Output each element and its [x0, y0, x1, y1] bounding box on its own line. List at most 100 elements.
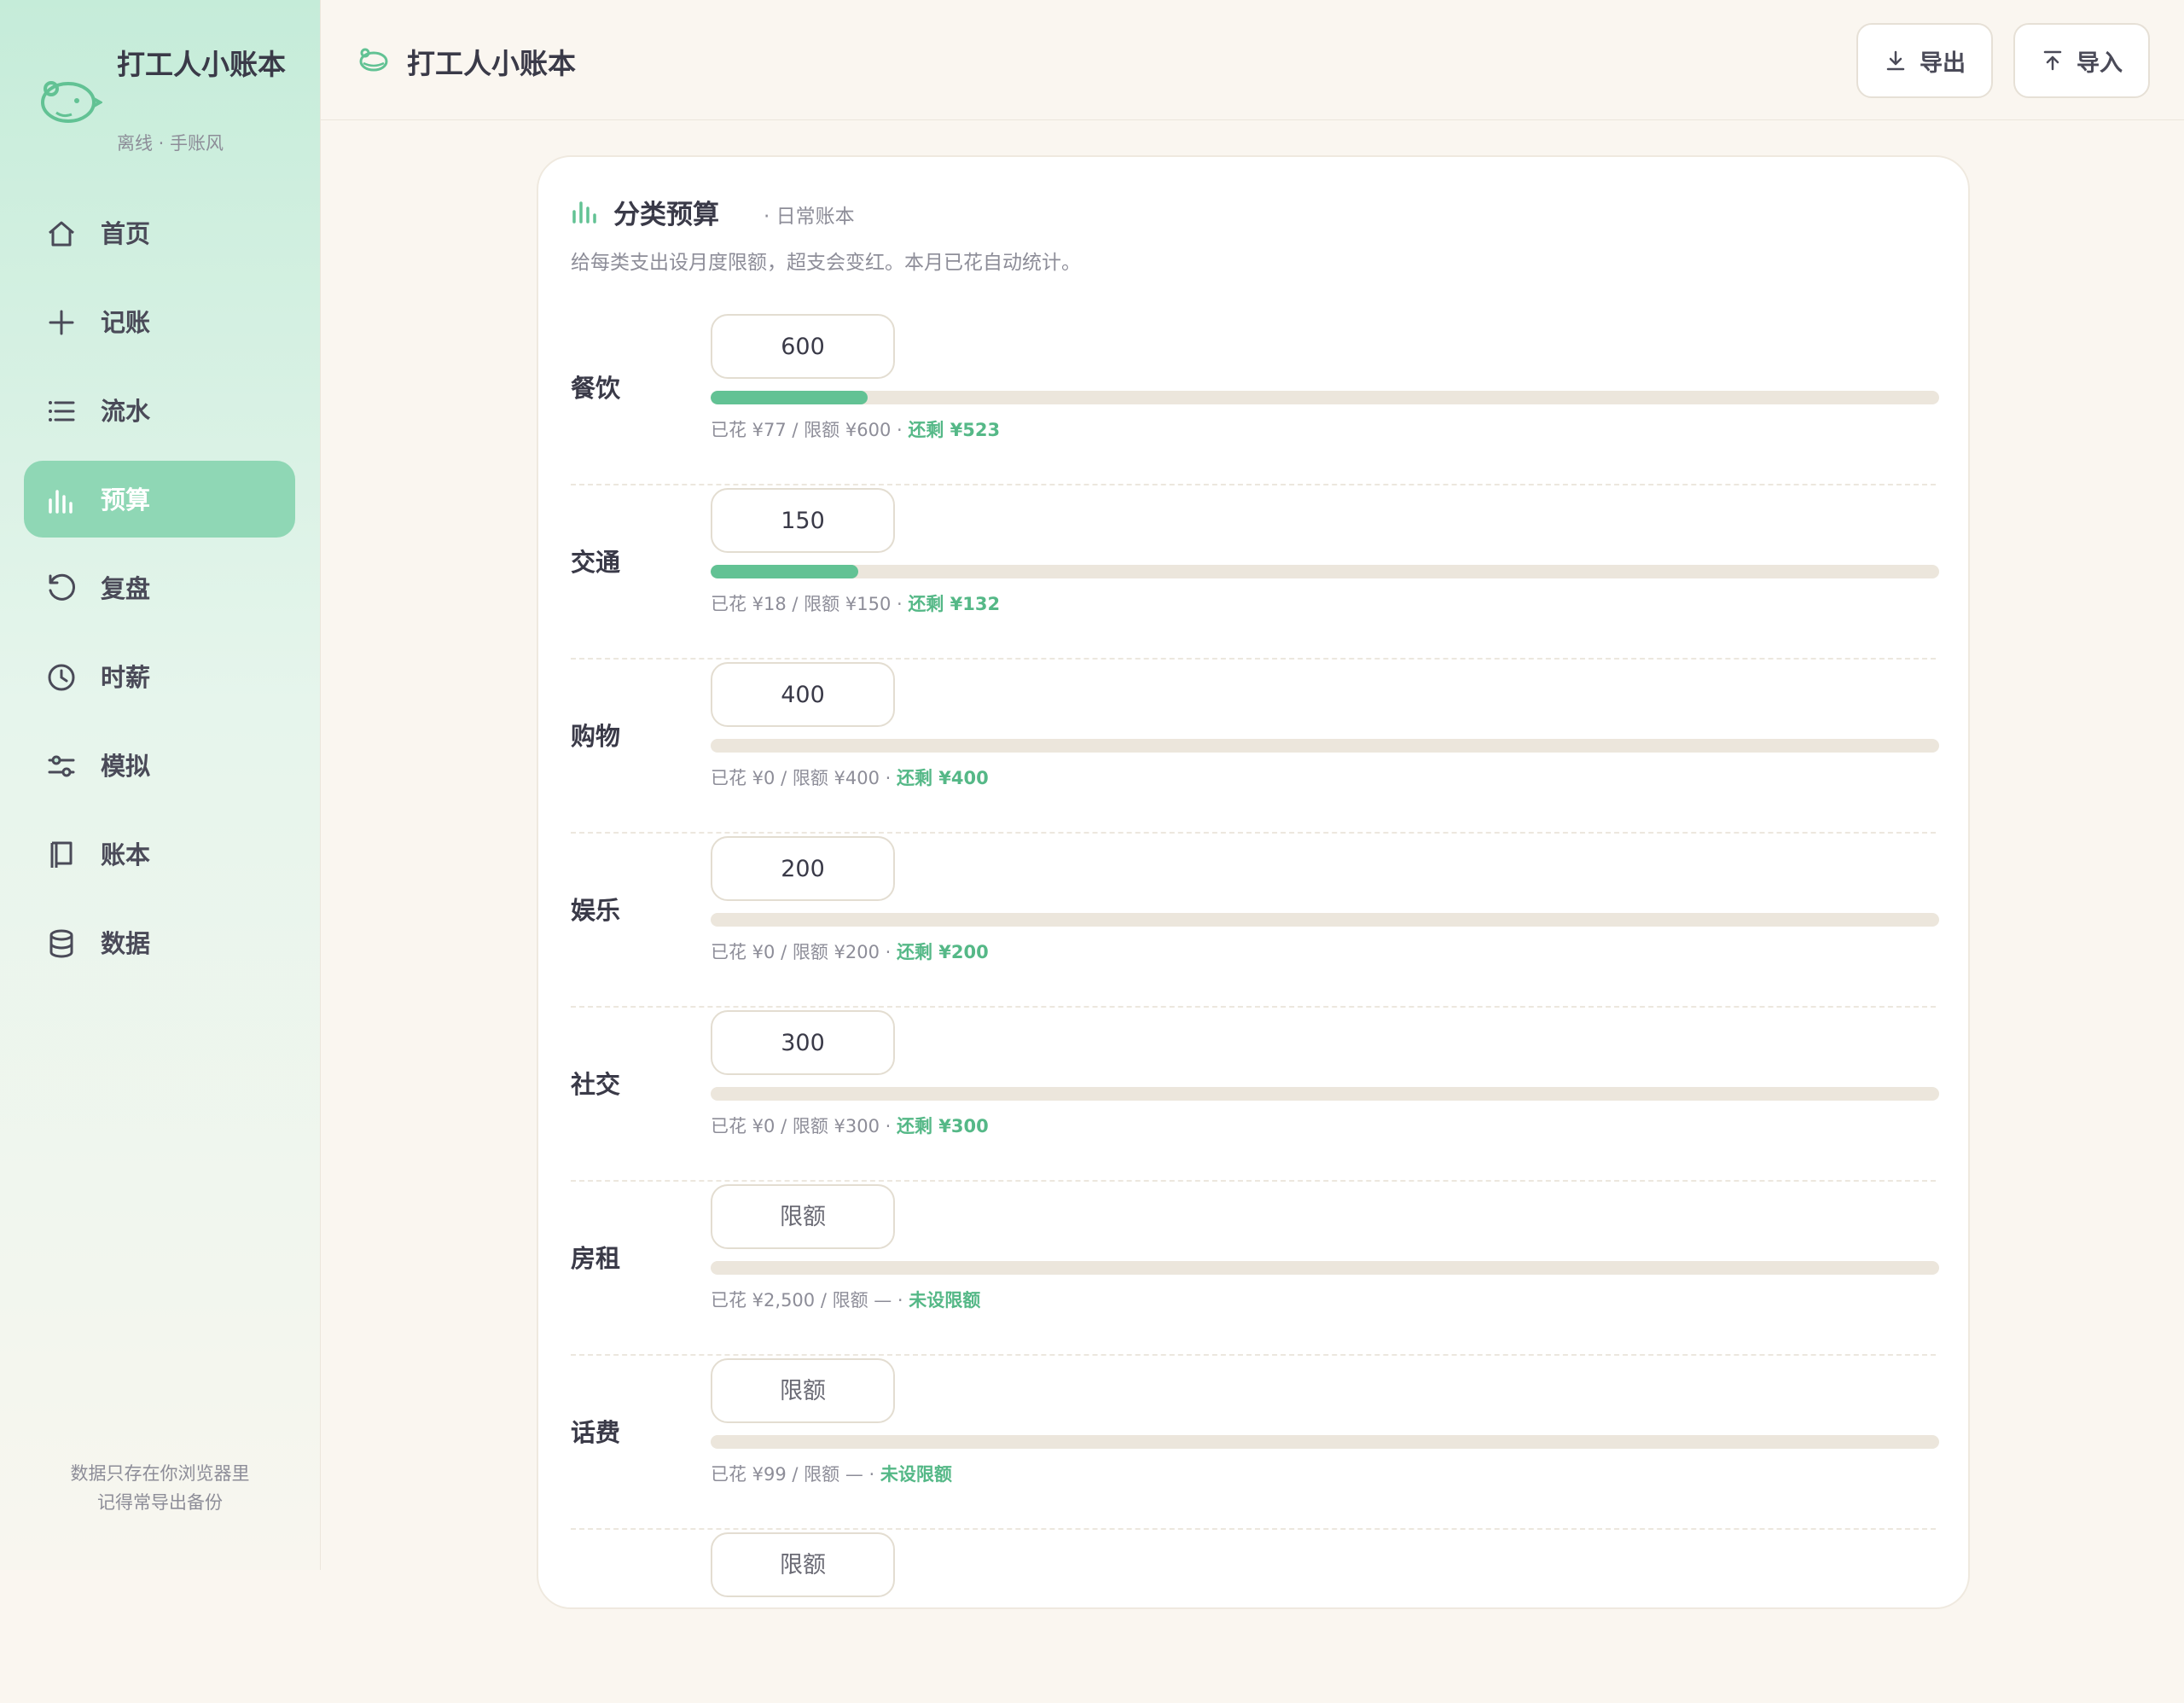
budget-progress-fill	[711, 391, 868, 404]
footer-line-2: 记得常导出备份	[97, 1492, 223, 1513]
budget-stat: 已花 ¥2,500 / 限额 — · 未设限额	[711, 1287, 980, 1312]
sidebar-item-record[interactable]: 记账	[24, 283, 295, 360]
budget-row: 交通 已花 ¥18 / 限额 ¥150 · 还剩 ¥132	[571, 486, 1939, 660]
remain-text: 还剩 ¥400	[896, 768, 989, 788]
sidebar-item-label: 数据	[101, 929, 151, 958]
budget-progress-bar	[711, 739, 1939, 753]
budget-stat: 已花 ¥0 / 限额 ¥200 · 还剩 ¥200	[711, 939, 989, 964]
budget-progress-bar	[711, 1435, 1939, 1449]
clock-icon	[48, 664, 75, 691]
budget-progress-bar	[711, 1087, 1939, 1101]
spent-text: 已花 ¥0 / 限额 ¥200 ·	[711, 942, 897, 962]
remain-text: 还剩 ¥300	[896, 1116, 989, 1136]
budget-row: 餐饮 已花 ¥77 / 限额 ¥600 · 还剩 ¥523	[571, 312, 1939, 485]
remain-text: 还剩 ¥523	[908, 420, 1001, 440]
budget-list: 餐饮 已花 ¥77 / 限额 ¥600 · 还剩 ¥523 交通 已花 ¥18 …	[571, 312, 1939, 1703]
budget-progress-fill	[711, 565, 858, 578]
piggy-logo-icon	[41, 81, 102, 123]
budget-progress-bar	[711, 913, 1939, 927]
import-button[interactable]: 导入	[2013, 23, 2150, 98]
export-button[interactable]: 导出	[1856, 23, 1993, 98]
book-icon	[50, 841, 73, 868]
bar-chart-icon	[49, 490, 73, 514]
sidebar: 打工人小账本 离线 · 手账风 首页 记账 流水 预算 复盘 时薪 模拟 账本 …	[0, 0, 321, 1570]
bar-chart-icon	[572, 201, 596, 224]
budget-stat: 已花 ¥77 / 限额 ¥600 · 还剩 ¥523	[711, 416, 1000, 442]
card-title: 分类预算	[613, 200, 719, 230]
budget-row: 娱乐 已花 ¥0 / 限额 ¥200 · 还剩 ¥200	[571, 834, 1939, 1008]
spent-text: 已花 ¥99 / 限额 — ·	[711, 1464, 880, 1485]
sidebar-item-simulate[interactable]: 模拟	[24, 727, 295, 804]
spent-text: 已花 ¥0 / 限额 ¥400 ·	[711, 768, 897, 788]
sidebar-item-label: 模拟	[101, 752, 151, 781]
refresh-icon	[49, 573, 75, 601]
remain-text: 未设限额	[880, 1464, 952, 1485]
piggy-icon	[359, 48, 388, 72]
category-label: 话费	[571, 1418, 621, 1447]
sidebar-item-label: 时薪	[101, 663, 151, 692]
sliders-icon	[48, 755, 75, 777]
sidebar-item-label: 记账	[101, 308, 151, 337]
budget-row: 房租 已花 ¥2,500 / 限额 — · 未设限额	[571, 1183, 1939, 1356]
limit-input[interactable]	[711, 488, 895, 553]
limit-input[interactable]	[711, 662, 895, 727]
limit-input[interactable]	[711, 1010, 895, 1075]
budget-stat: 已花 ¥0 / 限额 ¥400 · 还剩 ¥400	[711, 764, 989, 790]
category-label: 购物	[571, 722, 621, 751]
limit-input[interactable]	[711, 314, 895, 379]
sidebar-item-label: 预算	[101, 485, 151, 514]
budget-card: 分类预算 · 日常账本 给每类支出设月度限额，超支会变红。本月已花自动统计。 餐…	[537, 155, 1970, 1609]
app-root: 打工人小账本 离线 · 手账风 首页 记账 流水 预算 复盘 时薪 模拟 账本 …	[0, 0, 2184, 1609]
sidebar-item-data[interactable]: 数据	[24, 904, 295, 981]
brand-subtitle: 离线 · 手账风	[117, 133, 224, 154]
remain-text: 未设限额	[909, 1290, 981, 1311]
sidebar-item-label: 流水	[101, 397, 151, 426]
category-label: 交通	[571, 548, 621, 577]
sidebar-item-hourly-wage[interactable]: 时薪	[24, 638, 295, 715]
card-subtitle: · 日常账本	[764, 206, 855, 228]
plus-icon	[49, 310, 74, 335]
sidebar-item-budget[interactable]: 预算	[24, 461, 295, 538]
brand-title: 打工人小账本	[117, 48, 286, 81]
sidebar-nav: 首页 记账 流水 预算 复盘 时薪 模拟 账本 数据	[24, 195, 295, 993]
top-header: 打工人小账本 导出 导入	[321, 0, 2184, 120]
export-button-label: 导出	[1920, 49, 1966, 77]
budget-progress-bar	[711, 391, 1939, 404]
sidebar-item-review[interactable]: 复盘	[24, 549, 295, 626]
limit-input[interactable]	[711, 1532, 895, 1597]
download-icon	[1886, 50, 1905, 71]
budget-stat: 已花 ¥99 / 限额 — · 未设限额	[711, 1461, 952, 1486]
category-label: 房租	[571, 1244, 621, 1273]
budget-row	[571, 1531, 1936, 1702]
budget-progress-bar	[711, 565, 1939, 578]
spent-text: 已花 ¥2,500 / 限额 — ·	[711, 1290, 909, 1311]
card-description: 给每类支出设月度限额，超支会变红。本月已花自动统计。	[571, 252, 1081, 274]
brand: 打工人小账本 离线 · 手账风	[38, 44, 311, 164]
limit-input[interactable]	[711, 1358, 895, 1423]
sidebar-footer: 数据只存在你浏览器里 记得常导出备份	[0, 1459, 320, 1517]
sidebar-item-home[interactable]: 首页	[24, 195, 295, 271]
sidebar-item-ledger[interactable]: 账本	[24, 816, 295, 892]
limit-input[interactable]	[711, 1184, 895, 1249]
budget-stat: 已花 ¥0 / 限额 ¥300 · 还剩 ¥300	[711, 1113, 989, 1138]
database-icon	[49, 929, 73, 958]
budget-row: 购物 已花 ¥0 / 限额 ¥400 · 还剩 ¥400	[571, 660, 1939, 834]
page-title: 打工人小账本	[407, 47, 576, 80]
sidebar-item-transactions[interactable]: 流水	[24, 372, 295, 449]
home-icon	[49, 221, 74, 247]
spent-text: 已花 ¥77 / 限额 ¥600 ·	[711, 420, 909, 440]
spent-text: 已花 ¥0 / 限额 ¥300 ·	[711, 1116, 897, 1136]
import-button-label: 导入	[2077, 49, 2123, 77]
limit-input[interactable]	[711, 836, 895, 901]
category-label: 餐饮	[571, 374, 621, 403]
sidebar-item-label: 首页	[101, 219, 151, 248]
category-label: 社交	[571, 1070, 621, 1099]
upload-icon	[2043, 50, 2062, 71]
list-icon	[49, 401, 75, 421]
budget-row: 社交 已花 ¥0 / 限额 ¥300 · 还剩 ¥300	[571, 1008, 1939, 1182]
sidebar-item-label: 复盘	[101, 574, 151, 603]
remain-text: 还剩 ¥132	[908, 594, 1001, 614]
budget-row: 话费 已花 ¥99 / 限额 — · 未设限额	[571, 1357, 1939, 1530]
remain-text: 还剩 ¥200	[896, 942, 989, 962]
budget-progress-bar	[711, 1261, 1939, 1275]
